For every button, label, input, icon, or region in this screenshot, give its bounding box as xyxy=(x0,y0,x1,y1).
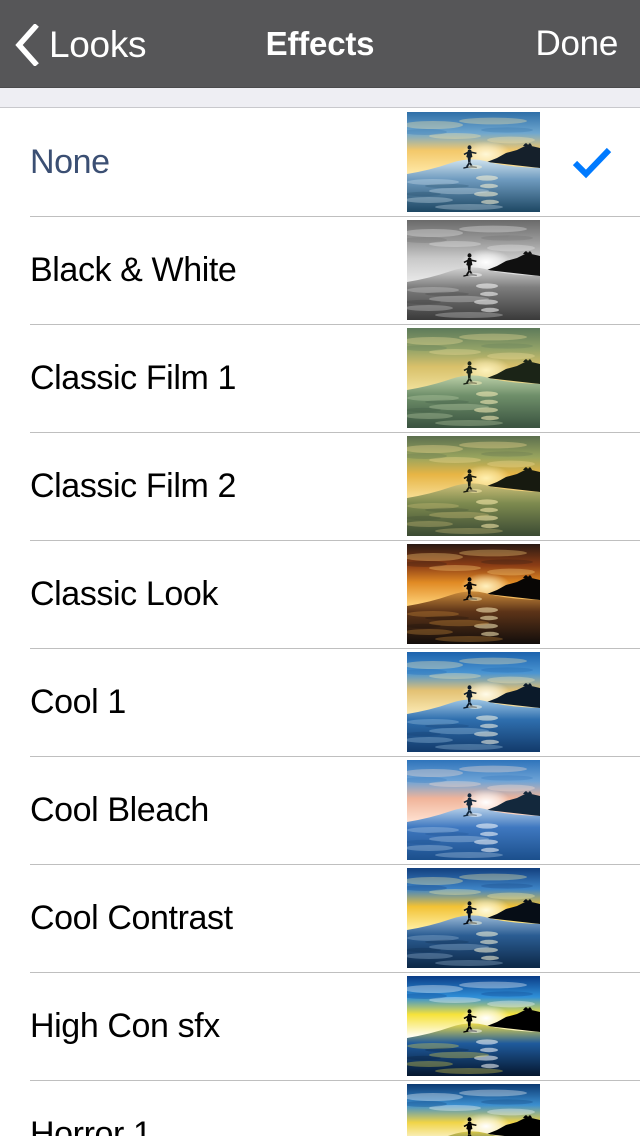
effect-preview-thumbnail xyxy=(407,436,540,536)
effect-row[interactable]: None xyxy=(0,108,640,216)
effect-row-label: Cool 1 xyxy=(30,682,126,721)
effect-row-label: Horror 1 xyxy=(30,1114,152,1136)
back-button-label: Looks xyxy=(49,23,147,65)
effect-row[interactable]: Cool Contrast xyxy=(0,864,640,972)
effect-preview-thumbnail xyxy=(407,976,540,1076)
effect-preview-thumbnail xyxy=(407,1084,540,1136)
effect-row-label: Black & White xyxy=(30,250,237,289)
effect-preview-thumbnail xyxy=(407,652,540,752)
effect-row[interactable]: Cool 1 xyxy=(0,648,640,756)
effect-preview-thumbnail xyxy=(407,328,540,428)
effect-row[interactable]: High Con sfx xyxy=(0,972,640,1080)
effect-row-label: High Con sfx xyxy=(30,1006,220,1045)
effect-preview-thumbnail xyxy=(407,544,540,644)
effect-row-label: None xyxy=(30,142,110,181)
effect-row-label: Classic Film 1 xyxy=(30,358,236,397)
navigation-bar: Looks Effects Done xyxy=(0,0,640,88)
effect-row[interactable]: Classic Look xyxy=(0,540,640,648)
effects-list: None Black & White Classic Film 1 Classi… xyxy=(0,108,640,1136)
checkmark-icon xyxy=(572,108,612,216)
effect-row[interactable]: Classic Film 1 xyxy=(0,324,640,432)
list-header-spacer xyxy=(0,88,640,108)
effects-screen: Looks Effects Done None Black & White Cl… xyxy=(0,0,640,1136)
effect-row[interactable]: Black & White xyxy=(0,216,640,324)
effect-preview-thumbnail xyxy=(407,220,540,320)
effect-preview-thumbnail xyxy=(407,868,540,968)
effect-preview-thumbnail xyxy=(407,112,540,212)
effect-row[interactable]: Classic Film 2 xyxy=(0,432,640,540)
effect-row-label: Cool Contrast xyxy=(30,898,233,937)
effect-preview-thumbnail xyxy=(407,760,540,860)
effect-row[interactable]: Horror 1 xyxy=(0,1080,640,1136)
effect-row-label: Classic Film 2 xyxy=(30,466,236,505)
back-button[interactable]: Looks xyxy=(14,0,147,88)
effect-row-label: Classic Look xyxy=(30,574,218,613)
chevron-left-icon xyxy=(14,24,40,66)
done-button[interactable]: Done xyxy=(536,0,619,88)
effect-row-label: Cool Bleach xyxy=(30,790,209,829)
effect-row[interactable]: Cool Bleach xyxy=(0,756,640,864)
